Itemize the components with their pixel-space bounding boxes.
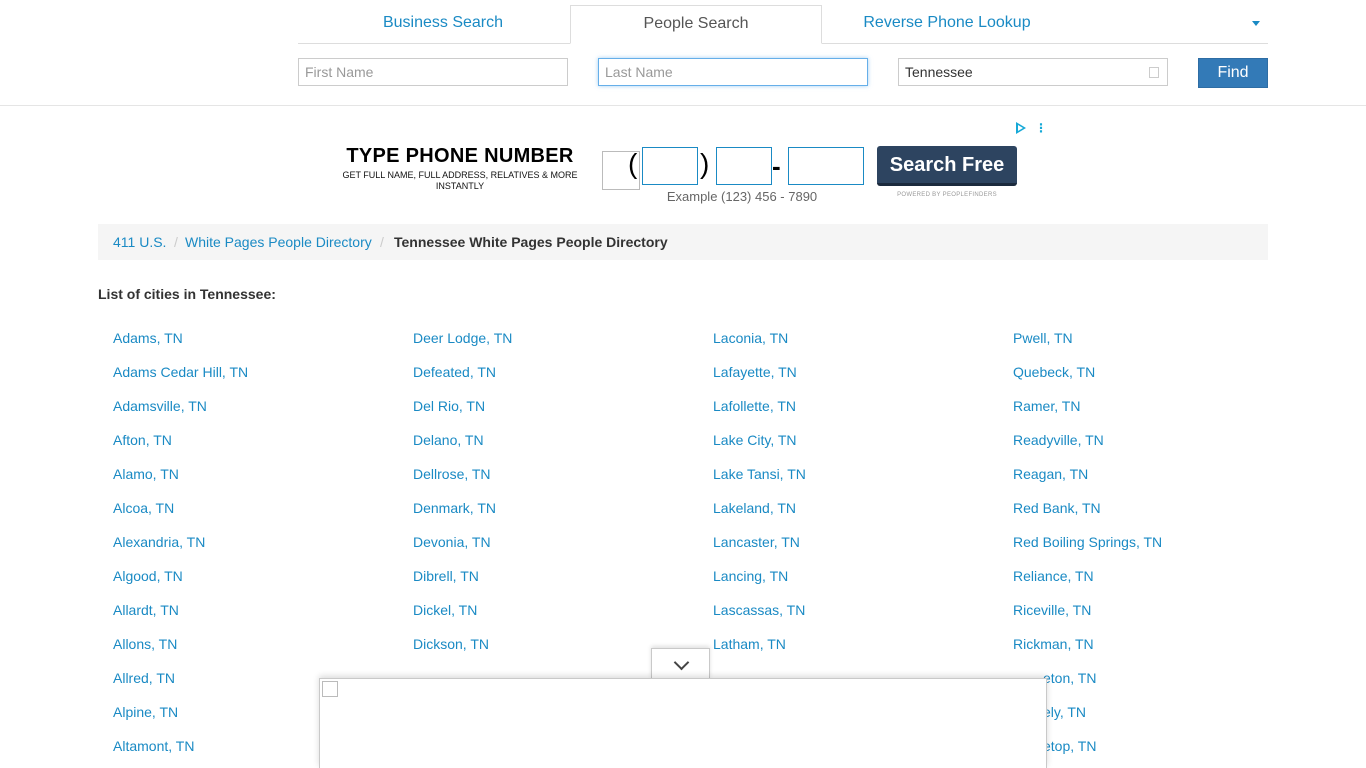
city-link[interactable]: Riceville, TN	[1013, 593, 1303, 627]
city-link[interactable]: etop, TN	[1013, 729, 1303, 763]
state-select[interactable]: Tennessee	[898, 58, 1168, 86]
city-link[interactable]: Rickman, TN	[1013, 627, 1303, 661]
city-link[interactable]: Algood, TN	[113, 559, 403, 593]
city-link[interactable]: Adamsville, TN	[113, 389, 403, 423]
collapse-ad-button[interactable]	[651, 648, 710, 679]
adchoices-icon[interactable]: ⋮	[1015, 121, 1047, 135]
phone-prefix-input[interactable]	[716, 147, 772, 185]
breadcrumb-current: Tennessee White Pages People Directory	[394, 234, 668, 250]
city-link[interactable]: Latham, TN	[713, 627, 1003, 661]
city-link[interactable]: Reagan, TN	[1013, 457, 1303, 491]
first-name-input[interactable]: First Name	[298, 58, 568, 86]
city-column-3: Laconia, TN Lafayette, TN Lafollette, TN…	[713, 321, 1003, 661]
ad-close-paren: )	[700, 148, 710, 179]
city-link[interactable]: Alcoa, TN	[113, 491, 403, 525]
search-tabs: Business Search People Search Reverse Ph…	[298, 5, 1268, 44]
city-link[interactable]: Red Boiling Springs, TN	[1013, 525, 1303, 559]
city-link[interactable]: Laconia, TN	[713, 321, 1003, 355]
tab-people-search[interactable]: People Search	[570, 5, 822, 44]
city-link[interactable]: Dickel, TN	[413, 593, 703, 627]
powered-by: POWERED BY PEOPLEFINDERS	[897, 192, 997, 198]
broken-image-icon	[322, 681, 338, 697]
city-link[interactable]: Alamo, TN	[113, 457, 403, 491]
city-link[interactable]: Reliance, TN	[1013, 559, 1303, 593]
city-link[interactable]: Denmark, TN	[413, 491, 703, 525]
city-link[interactable]: Defeated, TN	[413, 355, 703, 389]
tab-reverse-phone-lookup[interactable]: Reverse Phone Lookup	[822, 5, 1072, 42]
city-link[interactable]: Pwell, TN	[1013, 321, 1303, 355]
breadcrumb: 411 U.S. / White Pages People Directory …	[98, 224, 1268, 260]
city-link[interactable]: Allons, TN	[113, 627, 403, 661]
phone-example: Example (123) 456 - 7890	[666, 189, 818, 204]
city-link[interactable]: Allardt, TN	[113, 593, 403, 627]
sticky-ad-banner[interactable]	[319, 678, 1047, 768]
city-link[interactable]: Devonia, TN	[413, 525, 703, 559]
city-link[interactable]: Dibrell, TN	[413, 559, 703, 593]
city-link[interactable]: Quebeck, TN	[1013, 355, 1303, 389]
city-link[interactable]: Alexandria, TN	[113, 525, 403, 559]
site-header: Business Search People Search Reverse Ph…	[0, 0, 1366, 106]
last-name-input[interactable]: Last Name	[598, 58, 868, 86]
breadcrumb-home[interactable]: 411 U.S.	[113, 224, 166, 260]
breadcrumb-directory[interactable]: White Pages People Directory	[185, 224, 372, 260]
ad-title: TYPE PHONE NUMBER	[346, 145, 574, 167]
city-link[interactable]: Deer Lodge, TN	[413, 321, 703, 355]
ad-dash: -	[772, 151, 781, 181]
city-link[interactable]: Lake Tansi, TN	[713, 457, 1003, 491]
city-link[interactable]: ely, TN	[1013, 695, 1303, 729]
city-link[interactable]: Del Rio, TN	[413, 389, 703, 423]
area-code-input[interactable]	[642, 147, 698, 185]
breadcrumb-separator: /	[174, 234, 178, 250]
city-link[interactable]: Lafollette, TN	[713, 389, 1003, 423]
ad-open-paren: (	[628, 148, 638, 179]
city-link[interactable]: Lafayette, TN	[713, 355, 1003, 389]
more-options-icon[interactable]: ⋮	[1035, 121, 1047, 135]
city-link[interactable]: Lancing, TN	[713, 559, 1003, 593]
city-link[interactable]: Lancaster, TN	[713, 525, 1003, 559]
phone-line-input[interactable]	[788, 147, 864, 185]
ad-subtitle: GET FULL NAME, FULL ADDRESS, RELATIVES &…	[342, 170, 578, 191]
city-link[interactable]: Lakeland, TN	[713, 491, 1003, 525]
breadcrumb-separator: /	[380, 234, 384, 250]
city-link[interactable]: Adams Cedar Hill, TN	[113, 355, 403, 389]
state-select-value: Tennessee	[905, 64, 973, 80]
city-link[interactable]: Dellrose, TN	[413, 457, 703, 491]
chevron-down-icon	[673, 654, 690, 671]
page-title: List of cities in Tennessee:	[98, 286, 276, 302]
city-link[interactable]: Lascassas, TN	[713, 593, 1003, 627]
search-free-button[interactable]: Search Free	[877, 146, 1017, 186]
tab-business-search[interactable]: Business Search	[318, 5, 568, 42]
city-link[interactable]: Ramer, TN	[1013, 389, 1303, 423]
city-link[interactable]: Red Bank, TN	[1013, 491, 1303, 525]
city-link[interactable]: eton, TN	[1013, 661, 1303, 695]
city-link[interactable]: Readyville, TN	[1013, 423, 1303, 457]
city-link[interactable]: Afton, TN	[113, 423, 403, 457]
dropdown-icon	[1149, 67, 1159, 78]
city-column-4: Pwell, TN Quebeck, TN Ramer, TN Readyvil…	[1013, 321, 1303, 763]
city-column-2: Deer Lodge, TN Defeated, TN Del Rio, TN …	[413, 321, 703, 661]
city-link[interactable]: Delano, TN	[413, 423, 703, 457]
city-link[interactable]: Adams, TN	[113, 321, 403, 355]
chevron-down-icon[interactable]	[1252, 21, 1260, 26]
city-link[interactable]: Lake City, TN	[713, 423, 1003, 457]
find-button[interactable]: Find	[1198, 58, 1268, 88]
